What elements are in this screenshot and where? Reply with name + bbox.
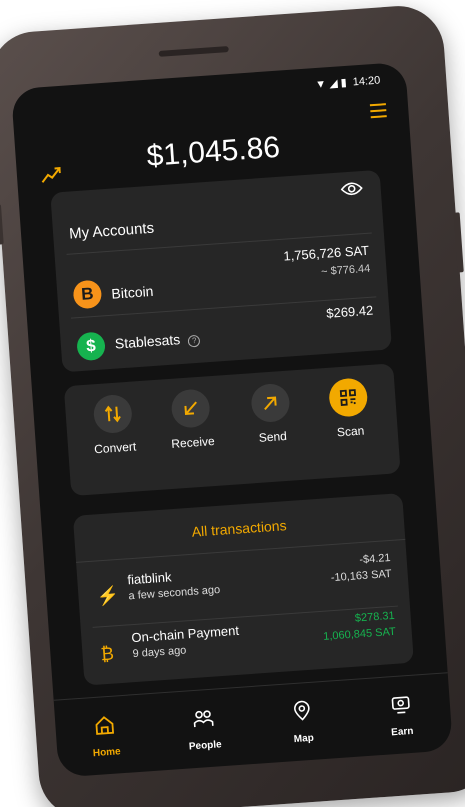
nav-map[interactable]: Map bbox=[261, 688, 346, 763]
nav-earn[interactable]: Earn bbox=[359, 681, 444, 756]
convert-button[interactable]: Convert bbox=[77, 393, 151, 458]
qr-code-icon bbox=[327, 377, 369, 418]
nav-home[interactable]: Home bbox=[64, 702, 149, 777]
bitcoin-account-name[interactable]: Bitcoin bbox=[111, 283, 154, 302]
nav-home-label: Home bbox=[92, 746, 122, 760]
bitcoin-usd-balance: ~ $776.44 bbox=[320, 262, 371, 279]
send-arrow-icon bbox=[250, 382, 291, 424]
send-button[interactable]: Send bbox=[234, 382, 308, 447]
lightning-icon: ⚡ bbox=[95, 585, 120, 607]
status-bar: ▼ ◢ ▮ 14:20 bbox=[314, 74, 381, 92]
earn-icon bbox=[391, 696, 410, 714]
bitcoin-sats-balance: 1,756,726 SAT bbox=[282, 242, 370, 264]
nav-earn-label: Earn bbox=[390, 725, 414, 739]
scan-button[interactable]: Scan bbox=[312, 376, 386, 441]
transaction-sats-amount: 1,060,845 SAT bbox=[322, 625, 397, 643]
nav-map-label: Map bbox=[293, 732, 315, 746]
stablesats-usd-balance: $269.42 bbox=[325, 302, 374, 321]
nav-people[interactable]: People bbox=[162, 695, 247, 770]
accounts-card: My Accounts B Bitcoin 1,756,726 SAT ~ $7… bbox=[50, 169, 392, 373]
receive-arrow-icon bbox=[170, 388, 211, 429]
transaction-time: 9 days ago bbox=[132, 644, 187, 661]
convert-icon bbox=[92, 393, 134, 435]
stablesats-label: Stablesats bbox=[114, 331, 181, 352]
scan-label: Scan bbox=[336, 423, 365, 440]
transaction-fiat-amount: -$4.21 bbox=[358, 551, 391, 567]
nav-people-label: People bbox=[188, 739, 223, 753]
actions-card: Convert Receive Send Scan bbox=[63, 363, 401, 497]
convert-label: Convert bbox=[93, 439, 137, 457]
receive-button[interactable]: Receive bbox=[154, 387, 228, 452]
transactions-card: All transactions ⚡ fiatblink a few secon… bbox=[72, 492, 414, 686]
eye-icon[interactable] bbox=[340, 181, 363, 197]
menu-icon[interactable] bbox=[369, 103, 387, 122]
people-icon bbox=[193, 710, 214, 728]
map-pin-icon bbox=[293, 700, 310, 721]
transaction-time: a few seconds ago bbox=[128, 583, 221, 603]
dollar-icon: $ bbox=[76, 331, 106, 362]
transaction-name: On-chain Payment bbox=[130, 622, 240, 646]
home-icon bbox=[95, 716, 115, 735]
bitcoin-icon: B bbox=[72, 279, 103, 310]
app-screen: ▼ ◢ ▮ 14:20 $1,045.86 My Accounts B Bitc… bbox=[10, 61, 454, 778]
transaction-fiat-amount: $278.31 bbox=[354, 609, 396, 625]
accounts-title: My Accounts bbox=[68, 219, 155, 243]
help-icon[interactable]: ? bbox=[187, 334, 201, 348]
phone-device: ▼ ◢ ▮ 14:20 $1,045.86 My Accounts B Bitc… bbox=[0, 3, 465, 807]
status-time: 14:20 bbox=[352, 74, 381, 88]
bitcoin-onchain-icon: ₿ bbox=[99, 643, 115, 665]
transaction-name: fiatblink bbox=[126, 569, 172, 588]
send-label: Send bbox=[258, 428, 288, 445]
transaction-sats-amount: -10,163 SAT bbox=[330, 567, 393, 585]
signal-icon: ▼ ◢ ▮ bbox=[314, 76, 348, 92]
receive-label: Receive bbox=[170, 433, 216, 451]
stablesats-account-name[interactable]: Stablesats? bbox=[114, 330, 201, 353]
